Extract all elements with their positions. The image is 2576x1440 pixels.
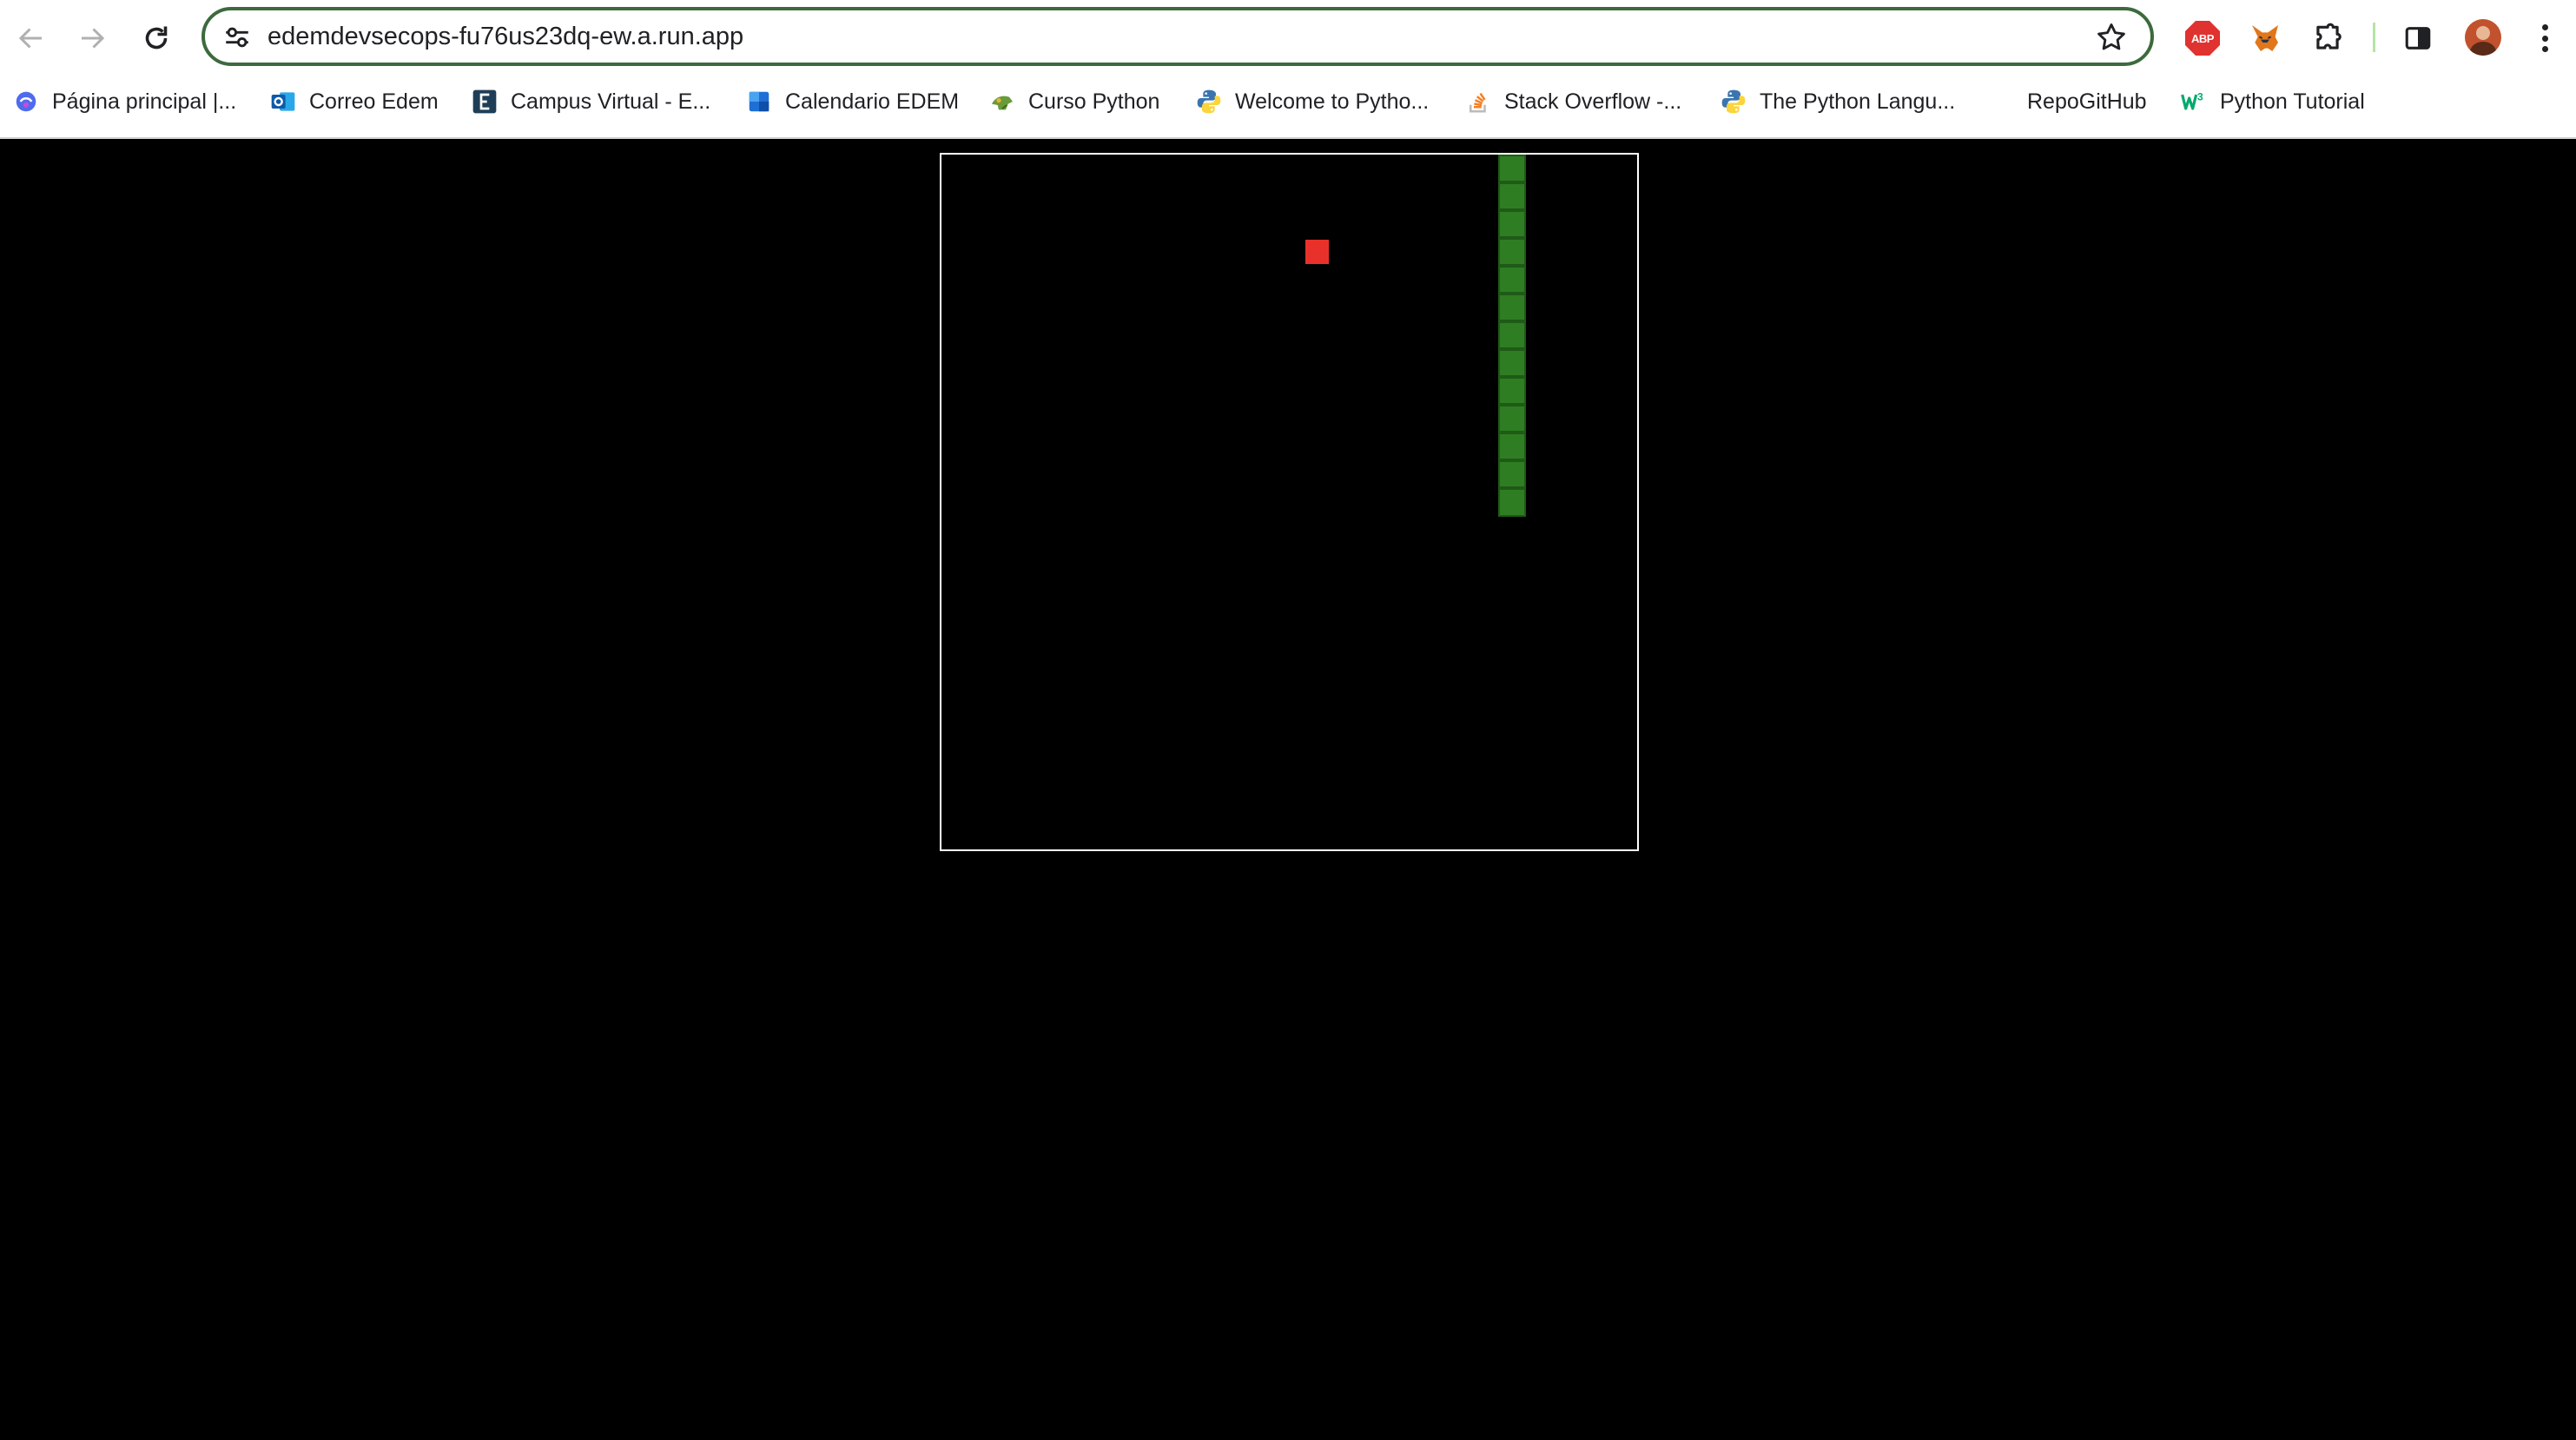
toolbar-separator	[2373, 23, 2375, 52]
bookmarks-bar: Página principal |... Correo Edem Campus…	[0, 76, 2576, 137]
bookmark-curso-python[interactable]: Curso Python	[988, 76, 1159, 127]
snake-segment	[1497, 182, 1526, 211]
bookmark-correo-edem[interactable]: Correo Edem	[269, 76, 439, 127]
python-icon	[1720, 88, 1747, 116]
bookmark-label: Python Tutorial	[2220, 89, 2365, 114]
bookmark-label: Welcome to Pytho...	[1235, 89, 1430, 114]
browser-toolbar: edemdevsecops-fu76us23dq-ew.a.run.app AB…	[0, 0, 2576, 76]
svg-text:3: 3	[2197, 91, 2203, 103]
calendar-icon	[745, 88, 773, 116]
bookmark-star-icon[interactable]	[2095, 21, 2128, 54]
bookmark-stack-overflow[interactable]: Stack Overflow -...	[1464, 76, 1681, 127]
reload-icon	[145, 26, 168, 50]
snake-segment	[1497, 349, 1526, 378]
adblock-plus-icon[interactable]: ABP	[2183, 19, 2222, 57]
snake-segment	[1497, 266, 1526, 294]
arrow-right-icon	[82, 28, 105, 49]
stackoverflow-icon	[1464, 88, 1492, 116]
bookmark-repogithub[interactable]: RepoGitHub	[2027, 76, 2147, 127]
food-apple	[1305, 240, 1330, 264]
site-settings-icon[interactable]	[222, 23, 252, 52]
bookmark-label: Campus Virtual - E...	[511, 89, 711, 114]
bookmark-campus-virtual[interactable]: Campus Virtual - E...	[471, 76, 710, 127]
bookmark-pagina-principal[interactable]: Página principal |...	[12, 76, 236, 127]
course-icon	[988, 88, 1016, 116]
w3schools-icon: 3	[2180, 88, 2208, 116]
bookmark-label: Correo Edem	[309, 89, 439, 114]
bookmark-calendario-edem[interactable]: Calendario EDEM	[745, 76, 959, 127]
snake-segment	[1497, 321, 1526, 350]
kebab-menu-icon[interactable]	[2536, 21, 2553, 56]
bookmark-label: Stack Overflow -...	[1504, 89, 1682, 114]
outlook-icon	[269, 88, 297, 116]
profile-avatar[interactable]	[2465, 19, 2501, 56]
toolbar-divider	[0, 137, 2576, 139]
abp-label: ABP	[2185, 21, 2220, 56]
forward-button[interactable]	[66, 12, 118, 64]
snake-segment	[1497, 460, 1526, 489]
snake-segment	[1497, 210, 1526, 239]
snake-game-board[interactable]	[940, 153, 1639, 851]
snake-head	[1497, 488, 1526, 517]
bookmark-label: Calendario EDEM	[785, 89, 960, 114]
campus-e-icon	[471, 88, 499, 116]
reload-button[interactable]	[130, 12, 182, 64]
url-text[interactable]: edemdevsecops-fu76us23dq-ew.a.run.app	[268, 10, 743, 63]
arrow-left-icon	[18, 28, 42, 49]
snake-segment	[1497, 433, 1526, 461]
snake-segment	[1497, 294, 1526, 322]
side-panel-icon[interactable]	[2399, 19, 2437, 57]
bookmark-label: Página principal |...	[52, 89, 237, 114]
bookmark-welcome-python[interactable]: Welcome to Pytho...	[1195, 76, 1429, 127]
metamask-fox-icon[interactable]	[2246, 19, 2284, 57]
python-icon	[1195, 88, 1223, 116]
snake-segment	[1497, 405, 1526, 433]
copilot-icon	[12, 88, 40, 116]
bookmark-python-tutorial[interactable]: 3 Python Tutorial	[2180, 76, 2365, 127]
address-bar[interactable]: edemdevsecops-fu76us23dq-ew.a.run.app	[201, 7, 2154, 66]
bookmark-python-language[interactable]: The Python Langu...	[1720, 76, 1955, 127]
snake-segment	[1497, 377, 1526, 406]
bookmark-label: Curso Python	[1028, 89, 1160, 114]
puzzle-extensions-icon[interactable]	[2308, 19, 2347, 57]
snake-segment	[1497, 155, 1526, 183]
bookmark-label: RepoGitHub	[2027, 89, 2147, 114]
snake-segment	[1497, 238, 1526, 267]
back-button[interactable]	[5, 12, 57, 64]
bookmark-label: The Python Langu...	[1760, 89, 1956, 114]
